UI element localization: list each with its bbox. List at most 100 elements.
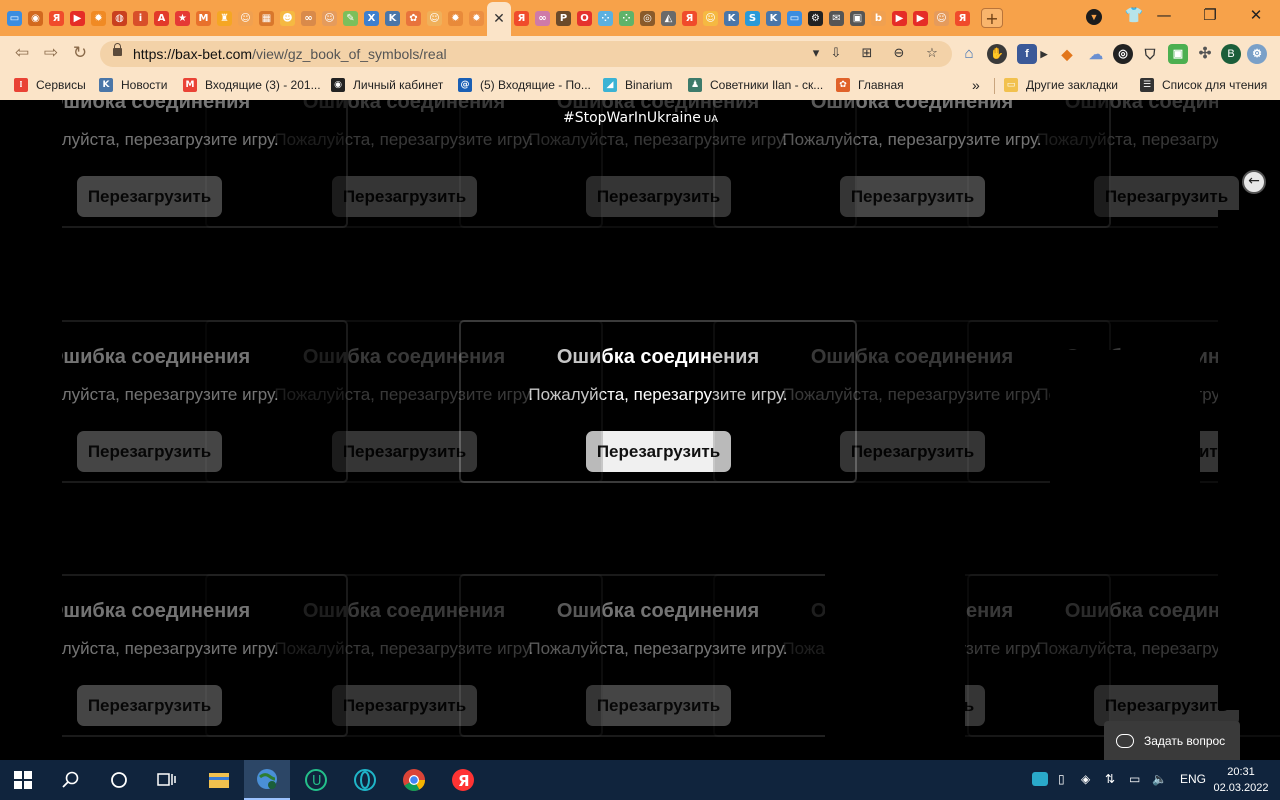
bookmark-star-icon[interactable]: ☆ <box>924 46 940 62</box>
browser-tab[interactable]: X <box>361 3 382 33</box>
browser-tab[interactable]: ☺ <box>424 3 445 33</box>
browser-tab[interactable]: Я <box>511 3 532 33</box>
system-clock[interactable]: 20:31 02.03.2022 <box>1212 764 1270 796</box>
cube-extension-icon[interactable]: ▣ <box>1168 44 1188 64</box>
usb-icon[interactable]: ▯ <box>1058 772 1065 786</box>
browser-tab[interactable]: ☺ <box>700 3 721 33</box>
browser-tab[interactable]: ★ <box>172 3 193 33</box>
browser-tab[interactable]: ⚙ <box>805 3 826 33</box>
browser-tab[interactable]: i <box>130 3 151 33</box>
browser-tab[interactable]: K <box>721 3 742 33</box>
bookmark-other[interactable]: ▭ Другие закладки <box>1004 77 1118 93</box>
bookmark-binarium[interactable]: ◢ Binarium <box>603 77 672 93</box>
browser-tab[interactable]: Я <box>46 3 67 33</box>
maximize-button[interactable]: ❐ <box>1187 4 1233 26</box>
language-indicator[interactable]: ENG <box>1180 772 1206 786</box>
browser-tab[interactable]: S <box>742 3 763 33</box>
vpn-extension-icon[interactable]: ◎ <box>1113 44 1133 64</box>
windows-start-icon[interactable] <box>0 760 46 800</box>
browser-tab[interactable]: ◭ <box>658 3 679 33</box>
browser-tab[interactable]: M <box>193 3 214 33</box>
lock-icon[interactable] <box>113 43 122 56</box>
browser-tab[interactable]: ✹ <box>466 3 487 33</box>
browser-tab[interactable]: ▶ <box>67 3 88 33</box>
browser-tab[interactable]: ▭ <box>4 3 25 33</box>
browser-tab[interactable]: ☻ <box>277 3 298 33</box>
bookmark-inbox2[interactable]: @ (5) Входящие - По... <box>458 77 591 93</box>
browser-tab[interactable]: ◉ <box>25 3 46 33</box>
bookmark-cabinet[interactable]: ◉ Личный кабинет <box>331 77 443 93</box>
browser-tab[interactable]: ☺ <box>931 3 952 33</box>
browser-tab[interactable]: ⁘ <box>595 3 616 33</box>
zoom-icon[interactable]: ⊖ <box>891 46 907 62</box>
profile-avatar[interactable]: B <box>1221 44 1241 64</box>
browser-tab[interactable]: ☺ <box>235 3 256 33</box>
bookmark-inbox[interactable]: M Входящие (3) - 201... <box>183 77 321 93</box>
browser-tab[interactable]: P <box>553 3 574 33</box>
ask-question-button[interactable]: Задать вопрос <box>1104 721 1240 760</box>
browser-tab[interactable]: ▣ <box>847 3 868 33</box>
browser-tab[interactable]: ⁘ <box>616 3 637 33</box>
browser-tab[interactable]: ◎ <box>637 3 658 33</box>
search-icon[interactable] <box>48 760 94 800</box>
browser-tab[interactable]: ◍ <box>109 3 130 33</box>
bookmarks-more-icon[interactable]: » <box>972 77 980 93</box>
browser-tab[interactable]: Я <box>679 3 700 33</box>
play-extension-icon[interactable]: ▶ <box>1040 44 1048 64</box>
browser-tab[interactable]: ▶ <box>910 3 931 33</box>
browser-tab[interactable]: b <box>868 3 889 33</box>
u-app-icon[interactable]: U <box>293 760 339 800</box>
translate-icon[interactable]: ⊞ <box>859 46 875 62</box>
browser-tab[interactable]: ✿ <box>403 3 424 33</box>
browser-tab[interactable]: ▦ <box>256 3 277 33</box>
bookmark-home[interactable]: ✿ Главная <box>836 77 904 93</box>
browser-tab[interactable]: K <box>763 3 784 33</box>
task-view-icon[interactable] <box>144 760 190 800</box>
close-window-button[interactable]: ✕ <box>1233 4 1279 26</box>
browser-tab[interactable]: ✉ <box>826 3 847 33</box>
browser-tab[interactable]: ▶ <box>889 3 910 33</box>
cloud-extension-icon[interactable]: ☁ <box>1086 44 1106 64</box>
new-tab-button[interactable]: + <box>981 8 1003 28</box>
browser-tab[interactable]: ☺ <box>319 3 340 33</box>
file-explorer-icon[interactable] <box>196 760 242 800</box>
tray-app-icon[interactable] <box>1032 772 1048 786</box>
reload-icon[interactable]: ↻ <box>70 44 90 62</box>
network-activity-icon[interactable]: ⇅ <box>1105 772 1115 786</box>
network-icon[interactable]: ▭ <box>1129 772 1140 786</box>
metamask-extension-icon[interactable]: ◆ <box>1057 44 1077 64</box>
browser-tab[interactable]: O <box>574 3 595 33</box>
cortana-icon[interactable] <box>96 760 142 800</box>
download-icon[interactable]: ⇩ <box>828 46 844 62</box>
opera-gx-icon[interactable] <box>342 760 388 800</box>
forward-icon[interactable]: ⇨ <box>41 44 61 62</box>
puzzle-extensions-icon[interactable]: ✣ <box>1195 44 1215 64</box>
browser-tab[interactable]: ✹ <box>445 3 466 33</box>
browser-tab[interactable]: ∞ <box>298 3 319 33</box>
browser-tab[interactable]: A <box>151 3 172 33</box>
home-extension-icon[interactable]: ⌂ <box>959 44 979 64</box>
browser-tab[interactable]: Я <box>952 3 973 33</box>
bookmark-news[interactable]: K Новости <box>99 77 167 93</box>
dropbox-icon[interactable]: ◈ <box>1081 772 1090 786</box>
tab-search-button[interactable]: ▼ <box>1086 9 1102 25</box>
browser-tab[interactable]: ∞ <box>532 3 553 33</box>
reload-game-button[interactable]: Перезагрузить <box>586 431 731 472</box>
address-bar[interactable]: https://bax-bet.com/view/gz_book_of_symb… <box>100 41 952 67</box>
browser-tab[interactable]: K <box>382 3 403 33</box>
close-tab-icon[interactable]: ✕ <box>493 11 505 27</box>
chrome-icon[interactable] <box>391 760 437 800</box>
url-text[interactable]: https://bax-bet.com/view/gz_book_of_symb… <box>133 46 447 62</box>
volume-icon[interactable]: 🔈 <box>1152 772 1167 786</box>
bookmark-reading-list[interactable]: ☰ Список для чтения <box>1140 77 1267 93</box>
yandex-browser-icon[interactable]: Я <box>440 760 486 800</box>
facebook-extension-icon[interactable]: f <box>1017 44 1037 64</box>
browser-tab[interactable]: ✎ <box>340 3 361 33</box>
browser-tab[interactable]: ▭ <box>784 3 805 33</box>
bookmark-advisors[interactable]: ♟ Советники Ilan - ск... <box>688 77 823 93</box>
hand-extension-icon[interactable]: ✋ <box>987 44 1007 64</box>
bookmark-services[interactable]: ⁞ Сервисы <box>14 77 86 93</box>
menu-icon[interactable]: ⚙ <box>1247 44 1267 64</box>
back-arrow-button[interactable]: ← <box>1242 170 1266 194</box>
back-icon[interactable]: ⇦ <box>12 44 32 62</box>
